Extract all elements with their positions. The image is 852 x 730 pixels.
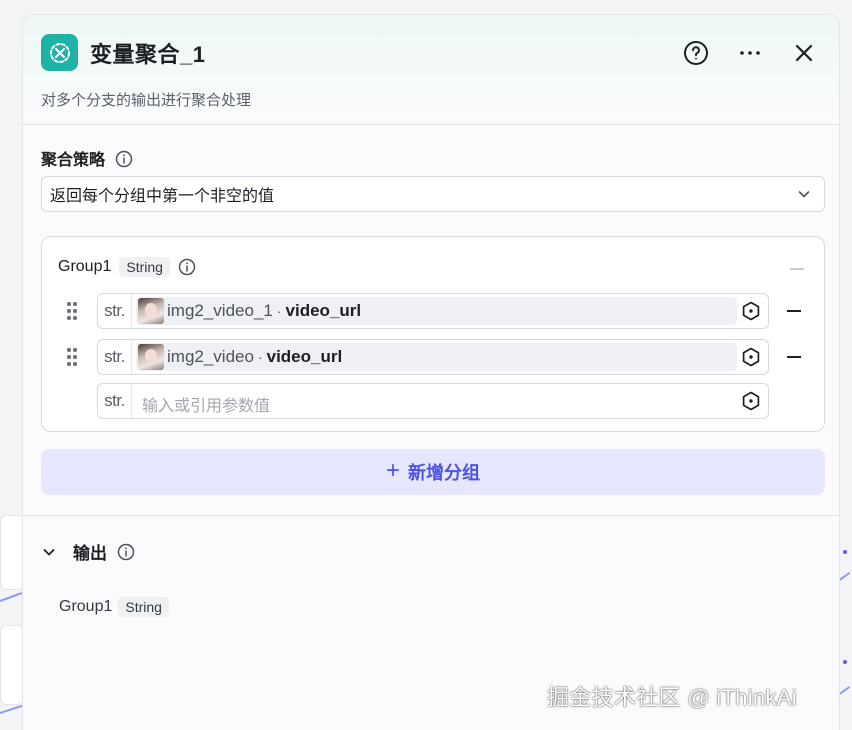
type-prefix: str.	[98, 294, 132, 328]
background-canvas-node	[0, 515, 24, 590]
reference-node-name: img2_video	[167, 347, 254, 366]
reference-separator: ·	[276, 303, 282, 319]
variable-picker-icon[interactable]	[740, 300, 762, 322]
remove-variable-button[interactable]	[787, 310, 801, 312]
plus-icon: +	[385, 457, 400, 484]
group-header: Group1 String	[58, 257, 196, 277]
variable-input[interactable]: str. img2_video_1 · video_url	[97, 293, 769, 329]
reference-field-name: video_url	[266, 347, 343, 366]
variable-row-empty: str. 输入或引用参数值	[42, 383, 826, 419]
info-icon[interactable]	[178, 258, 196, 276]
help-button[interactable]	[682, 39, 710, 67]
node-config-panel: 变量聚合_1 对多个分支的输出进行聚合处理 聚合策略 返回每个分组中第一个非空的…	[22, 14, 840, 730]
group-card: Group1 String str. img2_video_1 · video_…	[41, 236, 825, 432]
background-canvas-node	[0, 625, 24, 705]
reference-field-name: video_url	[285, 301, 362, 320]
strategy-label: 聚合策略	[41, 152, 106, 169]
variable-input-empty[interactable]: str. 输入或引用参数值	[97, 383, 769, 419]
reference-node-name: img2_video_1	[167, 301, 273, 320]
close-button[interactable]	[790, 39, 818, 67]
group-type-tag: String	[119, 257, 170, 277]
close-icon	[795, 44, 813, 62]
reference-separator: ·	[257, 349, 263, 365]
info-icon[interactable]	[115, 150, 133, 168]
strategy-selected-value: 返回每个分组中第一个非空的值	[50, 188, 275, 205]
strategy-section-label: 聚合策略	[41, 146, 133, 170]
more-horizontal-icon	[740, 51, 760, 55]
chevron-down-icon	[796, 186, 812, 207]
output-section-toggle[interactable]: 输出	[41, 539, 135, 564]
variable-merge-icon	[41, 34, 78, 71]
node-thumbnail-icon	[138, 298, 164, 324]
drag-handle-icon[interactable]	[66, 347, 78, 367]
variable-row: str. img2_video · video_url	[42, 339, 826, 375]
background-connector-line	[0, 704, 24, 714]
variable-picker-icon[interactable]	[740, 346, 762, 368]
remove-variable-button[interactable]	[787, 356, 801, 358]
background-connector-line	[0, 591, 23, 602]
output-item-name: Group1	[59, 598, 113, 615]
output-item: Group1 String	[59, 597, 169, 617]
node-title[interactable]: 变量聚合_1	[90, 37, 205, 69]
group-remove-button[interactable]	[790, 268, 804, 270]
node-description[interactable]: 对多个分支的输出进行聚合处理	[41, 89, 251, 110]
output-label: 输出	[73, 544, 107, 563]
type-prefix: str.	[98, 340, 132, 374]
type-prefix: str.	[98, 384, 132, 418]
input-placeholder: 输入或引用参数值	[142, 398, 271, 415]
watermark-text: 掘金技术社区 @ iThinkAi	[547, 685, 797, 710]
background-connector-dot	[843, 550, 847, 554]
strategy-select[interactable]: 返回每个分组中第一个非空的值	[41, 176, 825, 212]
help-circle-icon	[684, 41, 708, 65]
variable-reference-chip[interactable]: img2_video_1 · video_url	[136, 297, 737, 325]
background-connector-dot	[843, 660, 847, 664]
add-group-button[interactable]: + 新增分组	[41, 449, 825, 495]
info-icon[interactable]	[117, 543, 135, 561]
drag-handle-icon[interactable]	[66, 301, 78, 321]
output-item-type: String	[118, 597, 169, 617]
variable-row: str. img2_video_1 · video_url	[42, 293, 826, 329]
variable-picker-icon[interactable]	[740, 390, 762, 412]
chevron-down-icon	[43, 548, 55, 555]
variable-reference-chip[interactable]: img2_video · video_url	[136, 343, 737, 371]
panel-header: 变量聚合_1 对多个分支的输出进行聚合处理	[23, 15, 839, 125]
node-thumbnail-icon	[138, 344, 164, 370]
add-group-label: 新增分组	[408, 463, 480, 483]
section-divider	[23, 515, 839, 516]
group-name[interactable]: Group1	[58, 258, 111, 276]
more-button[interactable]	[736, 39, 764, 67]
variable-input[interactable]: str. img2_video · video_url	[97, 339, 769, 375]
